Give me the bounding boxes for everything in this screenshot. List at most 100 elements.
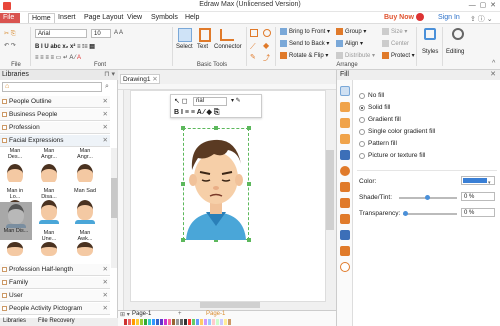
center-button[interactable]: Center	[382, 40, 409, 47]
distribute-button[interactable]: Distribute ▾	[336, 52, 375, 59]
vertical-scrollbar[interactable]	[326, 90, 334, 300]
scrollbar-thumb[interactable]	[200, 302, 260, 308]
color-swatch[interactable]	[196, 319, 199, 325]
text-tool-icon[interactable]	[199, 28, 211, 42]
man-disappointed-shape[interactable]	[184, 130, 248, 240]
grow-font-icon[interactable]: A A	[114, 30, 123, 36]
data-icon[interactable]	[340, 230, 350, 240]
sign-in-link[interactable]: Sign In	[438, 14, 460, 21]
shape-item[interactable]	[72, 200, 98, 234]
styles-button[interactable]: Styles	[422, 49, 438, 55]
category-people-activity-pictogram[interactable]: People Activity Pictogram ✕	[0, 303, 110, 315]
document-tab[interactable]: Drawing1 ✕	[120, 74, 160, 84]
close-icon[interactable]: ✕	[103, 96, 108, 108]
close-icon[interactable]: ✕	[103, 264, 108, 276]
category-profession-half-length[interactable]: Profession Half-length ✕	[0, 264, 110, 276]
color-swatch[interactable]	[140, 319, 143, 325]
mini-font-size-icon[interactable]: ▾ ✎	[231, 97, 241, 104]
color-picker[interactable]: ▾	[461, 176, 495, 186]
color-swatch[interactable]	[156, 319, 159, 325]
paragraph-buttons[interactable]: ≡ ≡ ≡ ≡ ▭ ↵ A ⁄ A	[35, 54, 81, 61]
transparency-slider[interactable]	[403, 211, 457, 216]
color-swatch[interactable]	[168, 319, 171, 325]
protect-button[interactable]: Protect ▾	[382, 52, 415, 59]
shape-item[interactable]: Man Angr...	[72, 148, 98, 182]
library-search-input[interactable]: ⌂	[2, 82, 102, 92]
fill-icon[interactable]	[340, 86, 350, 96]
shape-item-selected[interactable]: Man Dis...	[0, 202, 32, 240]
text-format-buttons[interactable]: B I U abc x₂ x² ≡ ⁝≡ ▤	[35, 43, 95, 50]
color-swatch[interactable]	[220, 319, 223, 325]
note-icon[interactable]	[340, 198, 350, 208]
menu-page-layout[interactable]: Page Layout	[81, 13, 126, 22]
layer-icon[interactable]	[340, 150, 350, 160]
color-swatch[interactable]	[172, 319, 175, 325]
hyperlink-icon[interactable]	[340, 166, 350, 176]
comment-icon[interactable]	[340, 214, 350, 224]
fill-option-solid-fill[interactable]: Solid fill	[359, 104, 390, 111]
pin-icon[interactable]: ⊓ ▾	[104, 70, 115, 80]
group-button[interactable]: Group ▾	[336, 28, 366, 35]
fill-bucket-icon[interactable]: ◆	[263, 41, 269, 50]
page-nav-icons[interactable]: ⊞ ▾	[120, 311, 130, 318]
tab-libraries[interactable]: Libraries	[3, 318, 26, 324]
fill-option-gradient-fill[interactable]: Gradient fill	[359, 116, 401, 123]
menu-home[interactable]: Home	[28, 13, 55, 23]
font-size-select[interactable]: 10	[91, 29, 111, 38]
fill-option-no-fill[interactable]: No fill	[359, 92, 384, 99]
buy-now-link[interactable]: Buy Now	[384, 14, 414, 21]
fill-option-picture-texture[interactable]: Picture or texture fill	[359, 152, 425, 159]
shadow-icon[interactable]	[340, 118, 350, 128]
shape-item[interactable]	[36, 240, 62, 262]
close-icon[interactable]: ✕	[103, 277, 108, 289]
horizontal-scrollbar[interactable]	[130, 302, 326, 308]
text-tool-label[interactable]: Text	[197, 44, 208, 50]
select-tool-label[interactable]: Select	[176, 44, 193, 50]
slider-thumb[interactable]	[425, 195, 430, 200]
shape-item[interactable]: Man Angr...	[36, 148, 62, 182]
pen-icon[interactable]: ✎	[250, 53, 256, 61]
navigation-icon[interactable]	[340, 246, 350, 256]
shape-item[interactable]: Man Awk...	[72, 230, 98, 240]
mini-format-icons[interactable]: B I ≡ ≡ A ⁄ ◆ ⎘	[174, 108, 219, 117]
color-swatch[interactable]	[184, 319, 187, 325]
help-icon[interactable]	[340, 262, 350, 272]
close-icon[interactable]: ✕	[103, 109, 108, 121]
close-icon[interactable]: ✕	[103, 303, 108, 315]
pointer-icon[interactable]: ↖ ◻	[174, 97, 188, 105]
color-swatch[interactable]	[176, 319, 179, 325]
close-icon[interactable]: ✕	[103, 290, 108, 302]
window-controls[interactable]: — ▢ ✕	[469, 1, 496, 9]
shape-item[interactable]	[36, 200, 62, 234]
color-swatch[interactable]	[200, 319, 203, 325]
share-icon[interactable]: ⇪ ⓘ ⌄	[470, 14, 493, 24]
category-people-outline[interactable]: People Outline ✕	[0, 96, 110, 108]
line-style-icon[interactable]	[340, 102, 350, 112]
bring-to-front-button[interactable]: Bring to Front ▾	[280, 28, 330, 35]
line-icon[interactable]: ⟋	[250, 42, 256, 52]
fill-option-pattern-fill[interactable]: Pattern fill	[359, 140, 397, 147]
shade-tint-slider[interactable]	[399, 195, 457, 200]
undo-icon[interactable]: ↶ ↷	[4, 42, 16, 49]
close-icon[interactable]: ✕	[152, 76, 157, 83]
menu-insert[interactable]: Insert	[55, 13, 79, 22]
select-tool-icon[interactable]	[178, 28, 192, 42]
slider-thumb[interactable]	[403, 211, 408, 216]
category-facial-expressions[interactable]: Facial Expressions ✕	[0, 135, 110, 147]
attachment-icon[interactable]	[340, 182, 350, 192]
shape-item[interactable]	[2, 240, 28, 262]
library-scrollbar[interactable]	[111, 148, 117, 268]
color-swatch[interactable]	[180, 319, 183, 325]
transparency-input[interactable]: 0 %	[461, 208, 495, 217]
add-page-icon[interactable]: +	[178, 311, 182, 317]
menu-symbols[interactable]: Symbols	[148, 13, 181, 22]
editing-icon[interactable]	[452, 28, 464, 40]
close-icon[interactable]: ✕	[103, 122, 108, 134]
color-swatch[interactable]	[204, 319, 207, 325]
color-swatch[interactable]	[212, 319, 215, 325]
color-swatch[interactable]	[124, 319, 127, 325]
color-swatch[interactable]	[148, 319, 151, 325]
size-button[interactable]: Size ▾	[382, 28, 407, 35]
color-swatch[interactable]	[128, 319, 131, 325]
menu-help[interactable]: Help	[182, 13, 202, 22]
